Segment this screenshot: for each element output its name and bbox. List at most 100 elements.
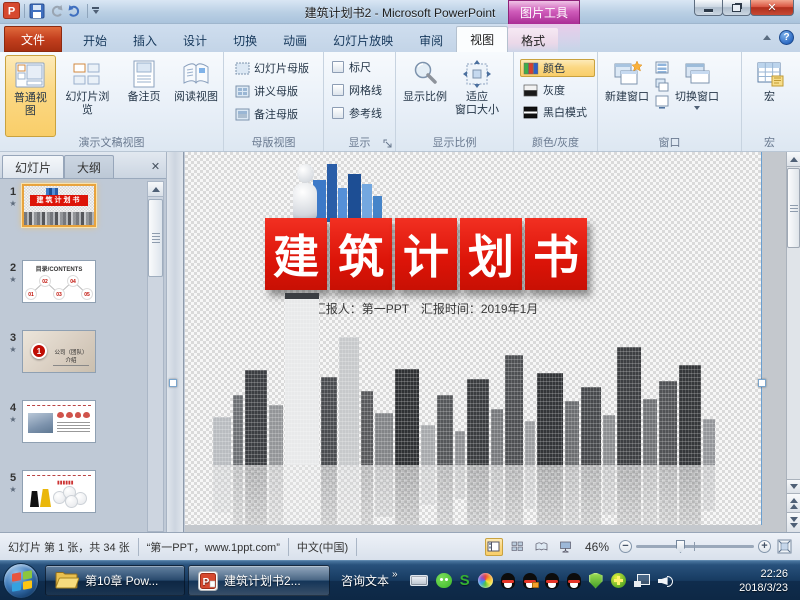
slide-sorter-button[interactable]: 幻灯片浏览: [58, 55, 117, 137]
start-button[interactable]: [3, 563, 39, 599]
slide-1-thumbnail[interactable]: 建筑计划书: [22, 184, 96, 227]
tab-review[interactable]: 审阅: [406, 28, 456, 52]
scroll-up-button[interactable]: [787, 152, 800, 167]
slide-5-thumbnail[interactable]: ▮▮▮▮▮▮: [22, 470, 96, 513]
black-white-button[interactable]: 黑白模式: [520, 103, 595, 121]
network-icon[interactable]: [634, 574, 650, 587]
next-slide-button[interactable]: [787, 513, 800, 532]
minimize-button[interactable]: [694, 0, 723, 16]
selection-handle-right[interactable]: [758, 379, 766, 387]
scroll-up-button[interactable]: [148, 182, 163, 197]
vertical-scrollbar[interactable]: [786, 152, 800, 532]
rainbow-app-icon[interactable]: [478, 573, 493, 588]
reading-view-button[interactable]: 阅读视图: [171, 55, 221, 137]
slideshow-toggle[interactable]: [557, 538, 575, 556]
qq-icon[interactable]: [567, 573, 581, 589]
guides-checkbox[interactable]: 参考线: [332, 105, 393, 121]
normal-view-toggle[interactable]: [485, 538, 503, 556]
slide-thumbnail-row-4[interactable]: 4★: [4, 400, 146, 443]
slide-master-button[interactable]: 幻灯片母版: [232, 59, 321, 77]
notes-master-button[interactable]: 备注母版: [232, 105, 321, 123]
slide-4-thumbnail[interactable]: [22, 400, 96, 443]
previous-slide-button[interactable]: [787, 494, 800, 513]
zoom-out-button[interactable]: −: [619, 540, 632, 553]
taskbar-folder-button[interactable]: 第10章 Pow...: [45, 565, 185, 596]
toolbar-chevron-icon[interactable]: »: [392, 569, 398, 580]
save-icon[interactable]: [29, 3, 45, 19]
volume-icon[interactable]: [658, 574, 673, 587]
handout-master-button[interactable]: 讲义母版: [232, 82, 321, 100]
fit-slide-to-window-button[interactable]: [777, 539, 792, 554]
selection-handle-left[interactable]: [169, 379, 177, 387]
outline-tab[interactable]: 大纲: [64, 155, 114, 178]
slide-3-thumbnail[interactable]: 1 公司（团队）介绍: [22, 330, 96, 373]
slide-thumbnail-row-3[interactable]: 3★ 1 公司（团队）介绍: [4, 330, 146, 373]
help-icon[interactable]: ?: [779, 30, 794, 45]
tab-design[interactable]: 设计: [170, 28, 220, 52]
normal-view-button[interactable]: 普通视图: [5, 55, 56, 137]
slide-thumbnail-row-2[interactable]: 2★ 目录/CONTENTS 01 02 03 04 05: [4, 260, 146, 303]
new-window-icon: [612, 59, 642, 89]
slide-canvas[interactable]: 建 筑 计 划 书 汇报人：第一PPT 汇报时间：2019年1月: [185, 152, 762, 525]
fit-to-window-button[interactable]: 适应窗口大小: [452, 55, 502, 137]
scrollbar-thumb[interactable]: [148, 199, 163, 277]
antivirus-ball-icon[interactable]: [611, 573, 626, 588]
tab-home[interactable]: 开始: [70, 28, 120, 52]
qq-icon[interactable]: [501, 573, 515, 589]
zoom-track[interactable]: [636, 545, 754, 548]
tab-format[interactable]: 格式: [508, 28, 558, 52]
notes-page-button[interactable]: 备注页: [119, 55, 169, 137]
restore-button[interactable]: [722, 0, 751, 16]
taskbar-toolbar[interactable]: 咨询文本 »: [333, 572, 406, 589]
reading-view-toggle[interactable]: [533, 538, 551, 556]
zoom-percentage[interactable]: 46%: [585, 540, 609, 554]
tab-insert[interactable]: 插入: [120, 28, 170, 52]
keyboard-icon[interactable]: [410, 575, 428, 586]
slides-tab[interactable]: 幻灯片: [2, 155, 64, 178]
slide-2-thumbnail[interactable]: 目录/CONTENTS 01 02 03 04 05: [22, 260, 96, 303]
qq-icon[interactable]: [545, 573, 559, 589]
qq-icon-briefcase[interactable]: [523, 573, 537, 589]
building-silhouette: [321, 465, 337, 525]
slide-thumbnail-row-1[interactable]: 1★ 建筑计划书: [4, 184, 146, 227]
new-window-button[interactable]: 新建窗口: [602, 55, 652, 137]
taskbar-clock[interactable]: 22:26 2018/3/23: [739, 567, 800, 595]
color-button[interactable]: 颜色: [520, 59, 595, 77]
arrange-all-icon[interactable]: [654, 61, 670, 75]
scroll-down-button[interactable]: [787, 479, 800, 494]
security-shield-icon[interactable]: [589, 573, 603, 589]
qat-customize-icon[interactable]: [92, 7, 99, 14]
macros-button[interactable]: 宏: [745, 55, 795, 137]
undo-icon[interactable]: [48, 3, 64, 19]
zoom-thumb[interactable]: [676, 540, 685, 553]
group-window: 新建窗口 切换窗口 窗口: [598, 52, 742, 151]
tab-file[interactable]: 文件: [4, 26, 62, 52]
ruler-checkbox[interactable]: 标尺: [332, 59, 393, 75]
s-app-icon[interactable]: S: [460, 572, 470, 589]
switch-windows-button[interactable]: 切换窗口: [672, 55, 722, 137]
pane-scrollbar[interactable]: [147, 181, 164, 532]
close-button[interactable]: ✕: [750, 0, 794, 16]
move-split-icon[interactable]: [654, 95, 670, 109]
slide-sorter-toggle[interactable]: [509, 538, 527, 556]
collapse-ribbon-icon[interactable]: [763, 35, 771, 40]
tab-transitions[interactable]: 切换: [220, 28, 270, 52]
powerpoint-logo-icon[interactable]: P: [3, 2, 20, 19]
redo-icon[interactable]: [67, 3, 83, 19]
grayscale-button[interactable]: 灰度: [520, 81, 595, 99]
gridlines-checkbox[interactable]: 网格线: [332, 82, 393, 98]
language-indicator[interactable]: 中文(中国): [297, 539, 348, 555]
pane-splitter[interactable]: [166, 152, 184, 532]
scrollbar-thumb[interactable]: [787, 168, 800, 248]
tab-animations[interactable]: 动画: [270, 28, 320, 52]
slide-thumbnail-row-5[interactable]: 5★ ▮▮▮▮▮▮: [4, 470, 146, 513]
tab-slideshow[interactable]: 幻灯片放映: [320, 28, 406, 52]
wechat-icon[interactable]: [436, 573, 452, 588]
cascade-windows-icon[interactable]: [654, 78, 670, 92]
dialog-launcher-icon[interactable]: [383, 139, 393, 149]
tab-view[interactable]: 视图: [456, 26, 508, 52]
zoom-in-button[interactable]: +: [758, 540, 771, 553]
zoom-button[interactable]: 显示比例: [400, 55, 450, 137]
taskbar-powerpoint-button[interactable]: P 建筑计划书2...: [188, 565, 330, 596]
close-pane-icon[interactable]: ✕: [147, 158, 164, 174]
